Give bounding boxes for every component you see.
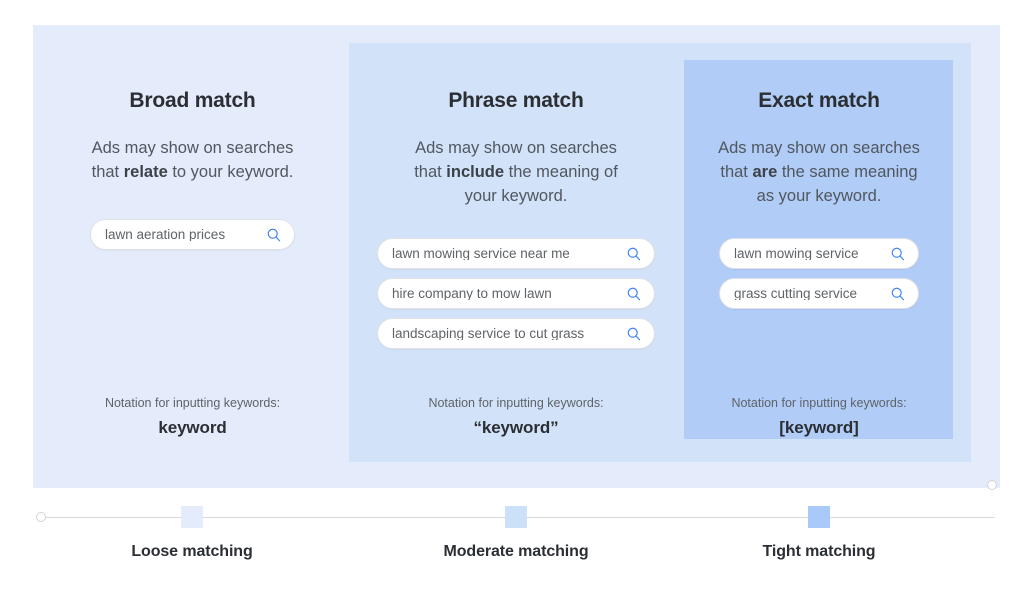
query-list-broad: lawn aeration prices <box>60 219 325 250</box>
search-icon[interactable] <box>890 246 906 262</box>
description-emphasis: include <box>446 163 504 181</box>
scale-marker-moderate <box>505 506 527 528</box>
search-icon[interactable] <box>626 326 642 342</box>
search-query-text: lawn aeration prices <box>105 228 258 242</box>
notation-value-exact: [keyword] <box>700 418 938 438</box>
description-text: to your keyword. <box>168 163 294 181</box>
search-query-pill[interactable]: lawn aeration prices <box>90 219 295 250</box>
column-description-phrase: Ads may show on searches that include th… <box>413 136 619 208</box>
column-exact-match: Exact match Ads may show on searches tha… <box>700 25 938 488</box>
column-title-exact: Exact match <box>758 89 880 113</box>
column-description-exact: Ads may show on searches that are the sa… <box>712 136 927 208</box>
description-emphasis: relate <box>124 163 168 181</box>
notation-broad: Notation for inputting keywords: keyword <box>60 394 325 438</box>
search-query-text: lawn mowing service near me <box>392 247 618 261</box>
scale-label-loose: Loose matching <box>131 543 252 561</box>
notation-phrase: Notation for inputting keywords: “keywor… <box>383 394 649 438</box>
search-icon[interactable] <box>266 227 282 243</box>
notation-exact: Notation for inputting keywords: [keywor… <box>700 394 938 438</box>
search-query-text: lawn mowing service <box>734 247 882 261</box>
column-broad-match: Broad match Ads may show on searches tha… <box>60 25 325 488</box>
match-types-diagram: Broad match Ads may show on searches tha… <box>0 0 1035 600</box>
column-title-broad: Broad match <box>129 89 255 113</box>
search-query-text: hire company to mow lawn <box>392 287 618 301</box>
search-query-text: landscaping service to cut grass <box>392 327 618 341</box>
notation-value-broad: keyword <box>60 418 325 438</box>
scale-marker-loose <box>181 506 203 528</box>
scale-label-tight: Tight matching <box>763 543 876 561</box>
scale-label-moderate: Moderate matching <box>444 543 589 561</box>
search-query-pill[interactable]: grass cutting service <box>719 278 919 309</box>
circle-endpoint-icon-start <box>36 512 46 522</box>
description-text: the same meaning as your keyword. <box>757 163 918 205</box>
search-query-pill[interactable]: lawn mowing service <box>719 238 919 269</box>
search-icon[interactable] <box>890 286 906 302</box>
column-title-phrase: Phrase match <box>448 89 583 113</box>
query-list-exact: lawn mowing service grass cutting service <box>700 238 938 309</box>
scale-marker-tight <box>808 506 830 528</box>
search-query-pill[interactable]: hire company to mow lawn <box>377 278 655 309</box>
column-description-broad: Ads may show on searches that relate to … <box>80 136 305 184</box>
search-query-text: grass cutting service <box>734 287 882 301</box>
column-phrase-match: Phrase match Ads may show on searches th… <box>383 25 649 488</box>
notation-label-exact: Notation for inputting keywords: <box>700 394 938 412</box>
search-icon[interactable] <box>626 246 642 262</box>
search-query-pill[interactable]: landscaping service to cut grass <box>377 318 655 349</box>
notation-value-phrase: “keyword” <box>383 418 649 438</box>
search-query-pill[interactable]: lawn mowing service near me <box>377 238 655 269</box>
notation-label-phrase: Notation for inputting keywords: <box>383 394 649 412</box>
query-list-phrase: lawn mowing service near me hire company … <box>383 238 649 349</box>
scale-axis-line <box>41 517 995 518</box>
description-emphasis: are <box>752 163 777 181</box>
search-icon[interactable] <box>626 286 642 302</box>
notation-label-broad: Notation for inputting keywords: <box>60 394 325 412</box>
